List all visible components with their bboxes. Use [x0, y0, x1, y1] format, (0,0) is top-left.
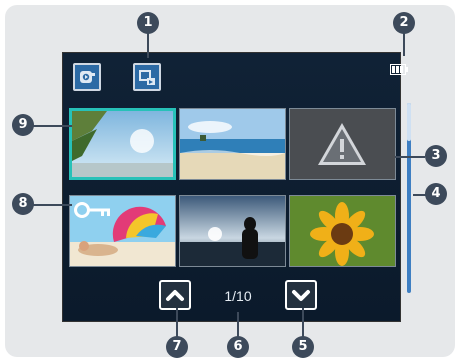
callout-line-6 [237, 312, 239, 338]
thumbnail-beach-palms[interactable] [69, 108, 176, 180]
callout-3: 3 [425, 145, 447, 167]
callout-6: 6 [227, 336, 249, 358]
play-mode-button[interactable] [73, 63, 101, 91]
sunflower-image [290, 196, 395, 266]
callout-line-7 [176, 308, 178, 338]
callout-7: 7 [166, 336, 188, 358]
callout-line-5 [302, 308, 304, 338]
thumbnail-error[interactable] [289, 108, 396, 180]
warning-icon [318, 123, 366, 165]
thumbnail-sunset-couple[interactable] [179, 195, 286, 267]
chevron-up-icon [166, 290, 184, 301]
key-icon [74, 202, 110, 218]
callout-2: 2 [393, 12, 415, 34]
callout-line-3 [395, 156, 425, 158]
battery-full-icon [390, 64, 408, 75]
lcd-screen: 1/10 [62, 52, 411, 322]
page-up-button[interactable] [159, 280, 191, 310]
scrollbar-thumb[interactable] [407, 103, 411, 141]
thumbnail-view-button[interactable] [133, 63, 161, 91]
callout-8: 8 [12, 193, 34, 215]
beach-sea-image [180, 109, 285, 179]
callout-9: 9 [12, 114, 34, 136]
scrollbar[interactable] [407, 103, 411, 293]
thumbnail-view-icon [139, 70, 155, 85]
callout-4: 4 [425, 183, 447, 205]
play-mode-icon [80, 71, 95, 83]
sunset-couple-image [180, 196, 285, 266]
thumbnail-beach-sea[interactable] [179, 108, 286, 180]
page-down-button[interactable] [285, 280, 317, 310]
chevron-down-icon [292, 290, 310, 301]
page-counter: 1/10 [224, 288, 252, 304]
callout-1: 1 [137, 12, 159, 34]
callout-line-8 [30, 204, 72, 206]
callout-5: 5 [292, 336, 314, 358]
thumbnail-sunflower[interactable] [289, 195, 396, 267]
callout-line-9 [30, 125, 72, 127]
beach-palms-image [72, 111, 173, 177]
